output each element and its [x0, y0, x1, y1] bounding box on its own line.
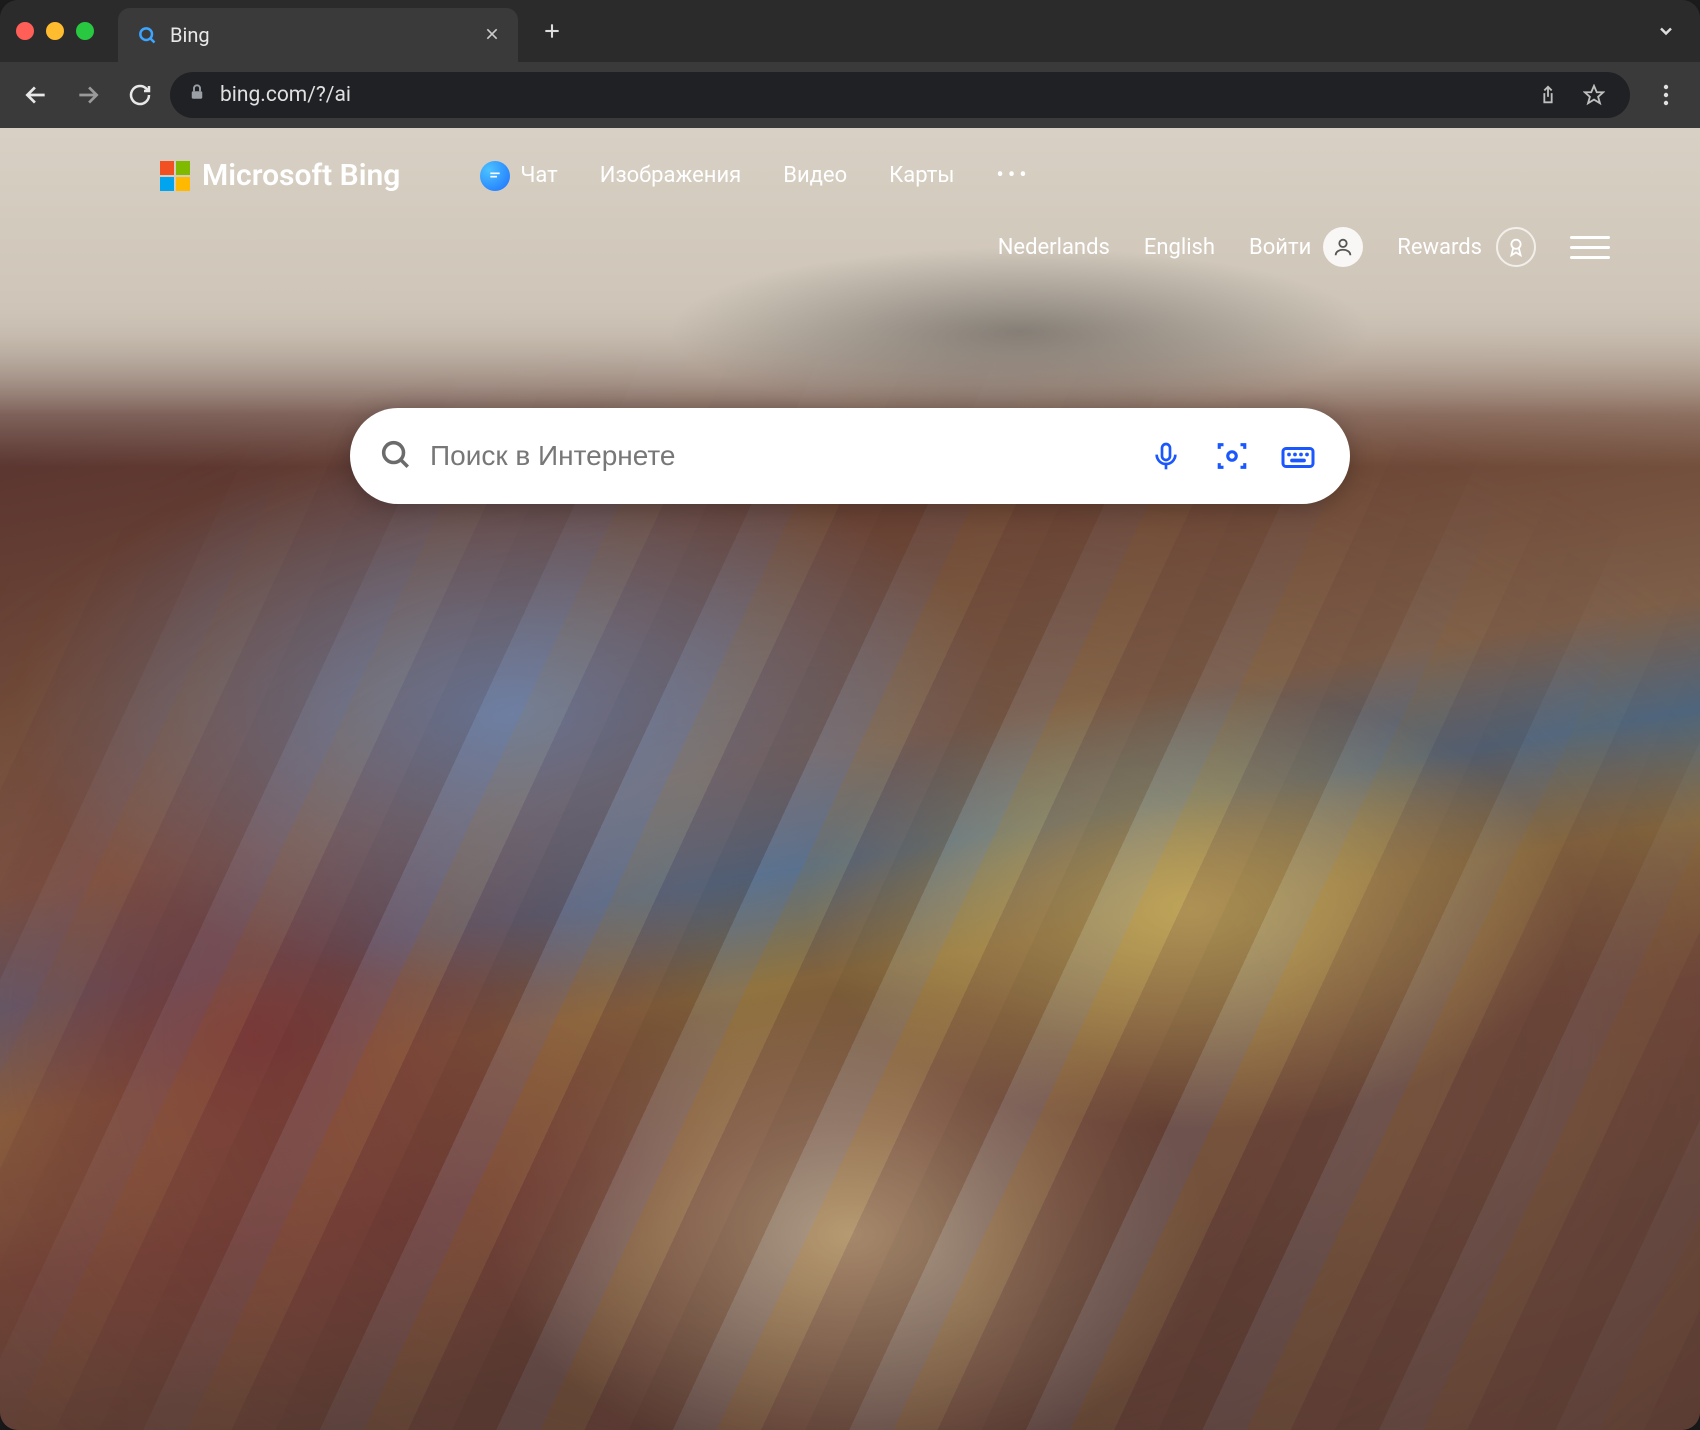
titlebar: Bing	[0, 0, 1700, 62]
rewards-label: Rewards	[1397, 235, 1482, 260]
url-text: bing.com/?/ai	[220, 83, 1516, 107]
nav-images-label: Изображения	[600, 163, 742, 188]
lang-english[interactable]: English	[1144, 235, 1215, 260]
nav-maps-label: Карты	[889, 163, 954, 188]
nav-video[interactable]: Видео	[783, 163, 847, 188]
share-button[interactable]	[1530, 77, 1566, 113]
url-field[interactable]: bing.com/?/ai	[170, 72, 1630, 118]
signin-label: Войти	[1249, 235, 1311, 260]
search-container	[350, 408, 1350, 504]
rewards-button[interactable]: Rewards	[1397, 227, 1536, 267]
nav-chat[interactable]: Чат	[480, 161, 557, 191]
search-icon	[378, 437, 412, 475]
window-maximize-button[interactable]	[76, 22, 94, 40]
tab-title: Bing	[170, 23, 472, 47]
nav-forward-button[interactable]	[66, 73, 110, 117]
hero-background-image	[0, 128, 1700, 1430]
nav-images[interactable]: Изображения	[600, 163, 742, 188]
new-tab-button[interactable]	[534, 13, 570, 49]
nav-reload-button[interactable]	[118, 73, 162, 117]
microsoft-logo-icon	[160, 161, 190, 191]
lock-icon	[188, 83, 206, 107]
browser-window: Bing bing.com/?/ai	[0, 0, 1700, 1430]
lang-nederlands[interactable]: Nederlands	[998, 235, 1110, 260]
page-content: Microsoft Bing Чат Изображения Видео	[0, 128, 1700, 1430]
avatar-icon	[1323, 227, 1363, 267]
visual-search-button[interactable]	[1208, 432, 1256, 480]
logo-text: Microsoft Bing	[202, 158, 400, 193]
tab-close-icon[interactable]	[484, 23, 500, 48]
bing-header: Microsoft Bing Чат Изображения Видео	[0, 128, 1700, 267]
rewards-medal-icon	[1496, 227, 1536, 267]
browser-menu-button[interactable]	[1646, 75, 1686, 115]
voice-search-button[interactable]	[1142, 432, 1190, 480]
window-close-button[interactable]	[16, 22, 34, 40]
hamburger-menu-button[interactable]	[1570, 227, 1610, 267]
bookmark-button[interactable]	[1576, 77, 1612, 113]
tabs-dropdown-button[interactable]	[1648, 13, 1684, 49]
traffic-lights	[16, 22, 94, 40]
chat-icon	[480, 161, 510, 191]
nav-video-label: Видео	[783, 163, 847, 188]
window-minimize-button[interactable]	[46, 22, 64, 40]
nav-chat-label: Чат	[520, 163, 557, 188]
nav-back-button[interactable]	[14, 73, 58, 117]
nav-more-button[interactable]: •••	[996, 163, 1030, 188]
signin-button[interactable]: Войти	[1249, 227, 1363, 267]
nav-maps[interactable]: Карты	[889, 163, 954, 188]
addressbar: bing.com/?/ai	[0, 62, 1700, 128]
searchbar	[350, 408, 1350, 504]
bing-logo[interactable]: Microsoft Bing	[160, 158, 400, 193]
search-input[interactable]	[430, 440, 1124, 472]
bing-favicon-icon	[136, 24, 158, 46]
browser-tab[interactable]: Bing	[118, 8, 518, 62]
keyboard-input-button[interactable]	[1274, 432, 1322, 480]
primary-nav: Чат Изображения Видео Карты •••	[480, 161, 1030, 191]
